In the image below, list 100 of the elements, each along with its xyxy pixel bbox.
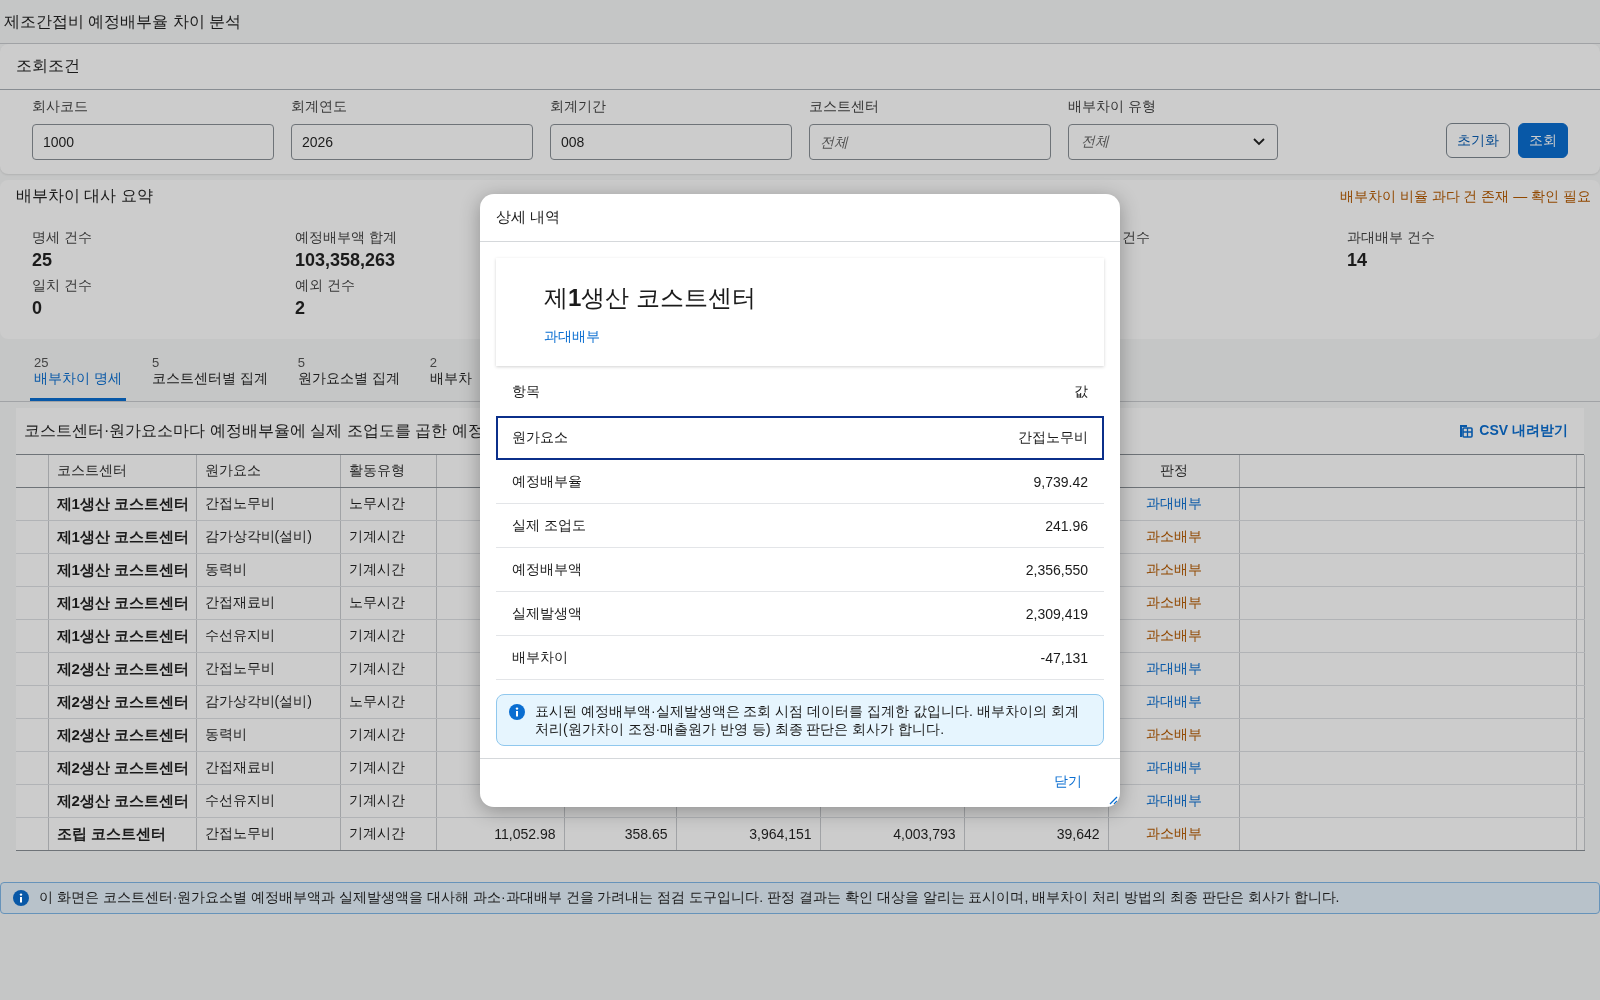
detail-label: 예정배부율 (512, 472, 582, 491)
dialog-heading: 제1생산 코스트센터 (544, 283, 758, 313)
close-button[interactable]: 닫기 (1050, 769, 1086, 795)
table-cell: 간접노무비 (196, 817, 340, 851)
spreadsheet-icon (1457, 423, 1474, 439)
table-cell: 간접재료비 (196, 586, 340, 620)
input-field[interactable]: 008 (550, 124, 792, 160)
table-cell: 간접노무비 (196, 652, 340, 686)
detail-label: 원가요소 (512, 428, 568, 447)
table-cell: 제2생산 코스트센터 (48, 652, 196, 686)
chevron-down-icon (1253, 138, 1265, 146)
detail-value: 간접노무비 (1018, 428, 1088, 447)
table-cell: 기계시간 (340, 751, 436, 785)
column-header: 활동유형 (348, 462, 405, 478)
dialog-title: 상세 내역 (480, 194, 1120, 242)
table-cell: 제1생산 코스트센터 (48, 553, 196, 587)
table-cell: 간접노무비 (196, 487, 340, 521)
panel-title: 배부차이 대사 요약 (16, 186, 153, 206)
stat-label: 예정배부액 합계 (295, 229, 397, 247)
tab-label: 배부차 (429, 370, 472, 388)
table-cell: 358.65 (564, 817, 676, 851)
table-cell: 기계시간 (340, 619, 436, 653)
table-cell: 조립 코스트센터 (48, 817, 196, 851)
table-cell: 기계시간 (340, 652, 436, 686)
detail-row[interactable]: 실제 조업도 241.96 (496, 504, 1104, 548)
table-cell: 감가상각비(설비) (196, 685, 340, 719)
field-label: 회사코드 (32, 98, 89, 116)
table-cell: 제1생산 코스트센터 (48, 619, 196, 653)
table-cell: 기계시간 (340, 817, 436, 851)
detail-row[interactable]: 배부차이 -47,131 (496, 636, 1104, 680)
table-cell: 동력비 (196, 553, 340, 587)
tab[interactable]: 25 배부차이 명세 (30, 349, 126, 401)
table-cell: 4,003,793 (820, 817, 964, 851)
detail-row[interactable]: 예정배부율 9,739.42 (496, 460, 1104, 504)
detail-row[interactable]: 원가요소 간접노무비 (496, 416, 1104, 460)
verdict-cell: 과소배부 (1108, 817, 1239, 851)
detail-value: -47,131 (1040, 649, 1088, 666)
detail-row[interactable]: 실제발생액 2,309,419 (496, 592, 1104, 636)
tab-count: 5 (297, 355, 306, 370)
table-cell: 제1생산 코스트센터 (48, 487, 196, 521)
info-icon (13, 890, 29, 906)
reset-button[interactable]: 초기화 (1446, 123, 1510, 158)
search-button[interactable]: 조회 (1518, 123, 1568, 158)
tab-count: 5 (151, 355, 161, 370)
table-cell: 기계시간 (340, 784, 436, 818)
table-cell: 제1생산 코스트센터 (48, 520, 196, 554)
tab[interactable]: 5 원가요소별 집계 (293, 349, 404, 401)
column-header: 항목 (512, 383, 540, 401)
table-cell: 39,642 (964, 817, 1108, 851)
table-cell: 기계시간 (340, 520, 436, 554)
tab-count: 2 (429, 355, 438, 370)
download-button[interactable]: CSV 내려받기 (1457, 418, 1568, 444)
stat-label: 일치 건수 (32, 277, 92, 295)
table-cell: 동력비 (196, 718, 340, 752)
table-cell: 수선유지비 (196, 784, 340, 818)
stat-value: 14 (1347, 250, 1368, 271)
tab[interactable]: 5 코스트센터별 집계 (147, 349, 272, 401)
stat-value: 25 (32, 250, 53, 271)
detail-label: 예정배부액 (512, 560, 582, 579)
detail-label: 배부차이 (512, 648, 568, 667)
table-cell: 제2생산 코스트센터 (48, 751, 196, 785)
table-cell: 기계시간 (340, 718, 436, 752)
table-cell: 노무시간 (340, 487, 436, 521)
stat-label: 과대배부 건수 (1347, 229, 1435, 247)
detail-value: 2,309,419 (1025, 605, 1088, 622)
table-cell: 간접재료비 (196, 751, 340, 785)
field-label: 회계연도 (291, 98, 348, 116)
table-cell: 제2생산 코스트센터 (48, 718, 196, 752)
panel-title: 조회조건 (0, 44, 1600, 90)
tab-label: 배부차이 명세 (34, 370, 122, 388)
field-label: 배부차이 유형 (1068, 98, 1157, 116)
notice-text: 이 화면은 코스트센터·원가요소별 예정배부액과 실제발생액을 대사해 과소·과대배부 건을 가려내는 점검 도구입니다. 판정 결과는 확인 대상을 알리는 표시이며, 배부차이 처리 방법의 최종 판단은 회사가 합니다. (39, 889, 1340, 907)
input-field[interactable]: 전체 (809, 124, 1051, 160)
stat-value: 2 (295, 298, 305, 319)
table-cell: 수선유지비 (196, 619, 340, 653)
stat-label: 명세 건수 (32, 229, 92, 247)
status-text: 과대배부 (544, 328, 601, 346)
table-cell: 감가상각비(설비) (196, 520, 340, 554)
select-field[interactable]: 전체 (1068, 124, 1278, 160)
info-text: 표시된 예정배부액·실제발생액은 조회 시점 데이터를 집계한 값입니다. 배부차이의 회계 처리(원가차이 조정·매출원가 반영 등) 최종 판단은 회사가 합니다. (535, 702, 1080, 738)
field-label: 회계기간 (550, 98, 607, 116)
detail-value: 241.96 (1045, 517, 1088, 534)
tab[interactable]: 2 배부차 (425, 349, 476, 401)
column-header: 판정 (1159, 462, 1188, 478)
table-cell: 11,052.98 (436, 817, 564, 851)
input-field[interactable]: 1000 (32, 124, 274, 160)
warning-text: 배부차이 비율 과다 건 존재 — 확인 필요 (1339, 187, 1591, 206)
stat-value: 103,358,263 (295, 250, 396, 271)
tab-label: 코스트센터별 집계 (151, 370, 268, 388)
stat-label: 건수 (1122, 229, 1150, 247)
resize-handle-icon[interactable] (1108, 795, 1118, 805)
column-header: 코스트센터 (56, 462, 127, 478)
detail-row[interactable]: 예정배부액 2,356,550 (496, 548, 1104, 592)
stat-value: 0 (32, 298, 42, 319)
table-cell: 3,964,151 (676, 817, 820, 851)
table-cell: 제2생산 코스트센터 (48, 784, 196, 818)
detail-value: 2,356,550 (1025, 561, 1088, 578)
table-cell: 제2생산 코스트센터 (48, 685, 196, 719)
input-field[interactable]: 2026 (291, 124, 533, 160)
table-cell: 노무시간 (340, 586, 436, 620)
